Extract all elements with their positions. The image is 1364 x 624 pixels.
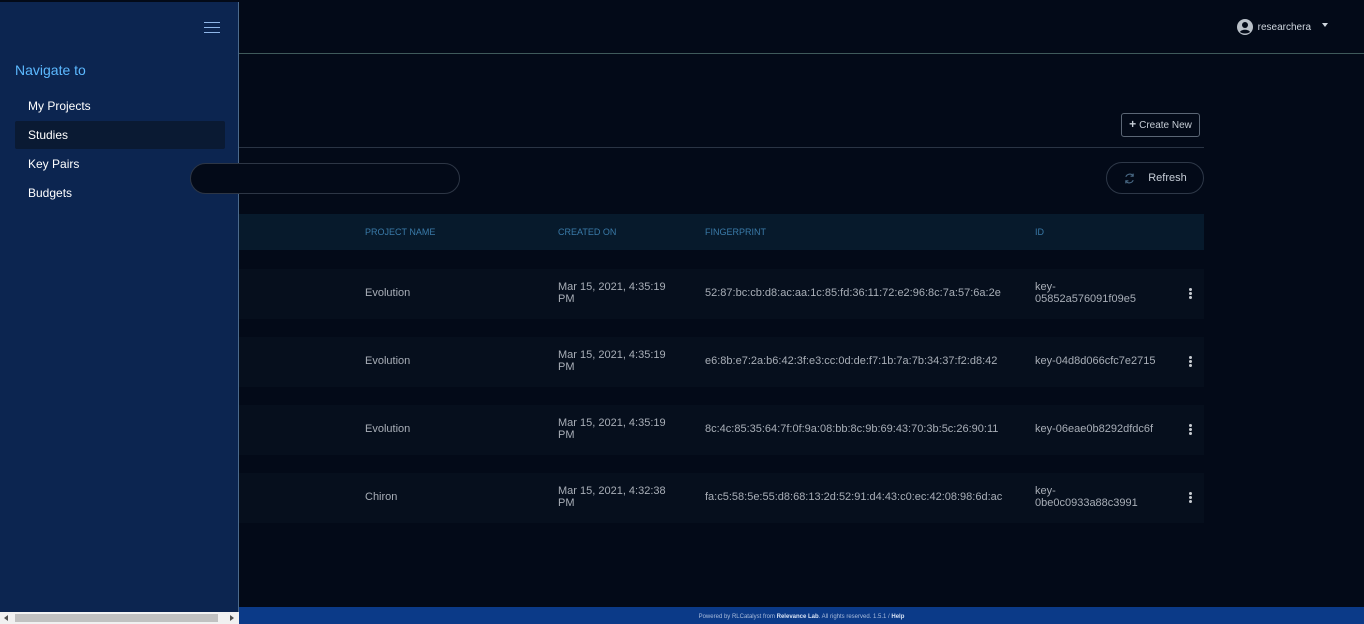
create-new-label: Create New (1139, 119, 1192, 131)
cell-created-date: Mar 15, 2021, 4:35:19 (558, 417, 666, 429)
refresh-label: Refresh (1148, 172, 1187, 184)
chevron-down-icon (1322, 23, 1328, 27)
header-project-name[interactable]: PROJECT NAME (365, 227, 435, 237)
footer: Powered by RLCatalyst from Relevance Lab… (239, 607, 1364, 624)
header-id[interactable]: ID (1035, 227, 1044, 237)
footer-suffix: . All rights reserved. 1.5.1 / (818, 614, 890, 620)
cell-id-cont: 05852a576091f09e5 (1035, 293, 1136, 305)
cell-created-date: Mar 15, 2021, 4:32:38 (558, 485, 666, 497)
cell-created-date: Mar 15, 2021, 4:35:19 (558, 349, 666, 361)
scroll-right-icon[interactable] (230, 615, 234, 621)
user-name: researchera (1257, 21, 1311, 33)
user-menu[interactable]: researchera (1236, 19, 1328, 35)
cell-project: Evolution (365, 287, 411, 299)
cell-id-cont: 0be0c0933a88c3991 (1035, 497, 1138, 509)
sidebar-item-my-projects[interactable]: My Projects (15, 92, 225, 120)
cell-project: Evolution (365, 423, 411, 435)
table-row[interactable]: Evolution Mar 15, 2021, 4:35:19 PM 52:87… (239, 269, 1204, 319)
cell-project: Evolution (365, 355, 411, 367)
search-input[interactable] (190, 163, 460, 194)
cell-id: key- (1035, 281, 1056, 293)
top-header: researchera (239, 2, 1364, 54)
cell-fingerprint: fa:c5:58:5e:55:d8:68:13:2d:52:91:d4:43:c… (705, 491, 1003, 503)
footer-prefix: Powered by RLCatalyst from (698, 614, 775, 620)
refresh-icon (1125, 173, 1134, 183)
nav-title: Navigate to (15, 62, 86, 78)
footer-help-link[interactable]: Help (891, 614, 904, 620)
cell-fingerprint: 52:87:bc:cb:d8:ac:aa:1c:85:fd:36:11:72:e… (705, 287, 1001, 299)
nav-list: My Projects Studies Key Pairs Budgets (15, 92, 225, 208)
table-row[interactable]: Evolution Mar 15, 2021, 4:35:19 PM e6:8b… (239, 337, 1204, 387)
table-header: PROJECT NAME CREATED ON FINGERPRINT ID (239, 214, 1204, 250)
table-row[interactable]: Chiron Mar 15, 2021, 4:32:38 PM fa:c5:58… (239, 473, 1204, 523)
hamburger-menu-icon[interactable] (204, 22, 220, 34)
footer-company-link[interactable]: Relevance Lab (777, 614, 819, 620)
header-fingerprint[interactable]: FINGERPRINT (705, 227, 766, 237)
cell-id: key- (1035, 485, 1056, 497)
horizontal-scrollbar[interactable] (0, 612, 239, 624)
plus-icon: + (1129, 117, 1137, 131)
cell-created-time: PM (558, 429, 575, 441)
page: researchera Navigate to My Projects Stud… (0, 0, 1364, 624)
kebab-menu-icon[interactable] (1189, 424, 1193, 436)
scroll-thumb[interactable] (15, 614, 218, 622)
cell-id: key-06eae0b8292dfdc6f (1035, 423, 1154, 435)
cell-project: Chiron (365, 491, 398, 503)
cell-fingerprint: 8c:4c:85:35:64:7f:0f:9a:08:bb:8c:9b:69:4… (705, 423, 999, 435)
user-circle-icon (1236, 19, 1253, 35)
cell-created-time: PM (558, 361, 575, 373)
kebab-menu-icon[interactable] (1189, 356, 1193, 368)
scroll-left-icon[interactable] (4, 615, 8, 621)
cell-created-time: PM (558, 293, 575, 305)
kebab-menu-icon[interactable] (1189, 492, 1193, 504)
divider (239, 147, 1204, 148)
kebab-menu-icon[interactable] (1189, 288, 1193, 300)
create-new-button[interactable]: + Create New (1121, 113, 1200, 137)
header-created-on[interactable]: CREATED ON (558, 227, 616, 237)
table-row[interactable]: Evolution Mar 15, 2021, 4:35:19 PM 8c:4c… (239, 405, 1204, 455)
cell-fingerprint: e6:8b:e7:2a:b6:42:3f:e3:cc:0d:de:f7:1b:7… (705, 355, 998, 367)
cell-id: key-04d8d066cfc7e2715 (1035, 355, 1156, 367)
cell-created-time: PM (558, 497, 575, 509)
cell-created-date: Mar 15, 2021, 4:35:19 (558, 281, 666, 293)
sidebar-item-studies[interactable]: Studies (15, 121, 225, 149)
sidebar: Navigate to My Projects Studies Key Pair… (0, 2, 239, 612)
refresh-button[interactable]: Refresh (1106, 162, 1204, 194)
